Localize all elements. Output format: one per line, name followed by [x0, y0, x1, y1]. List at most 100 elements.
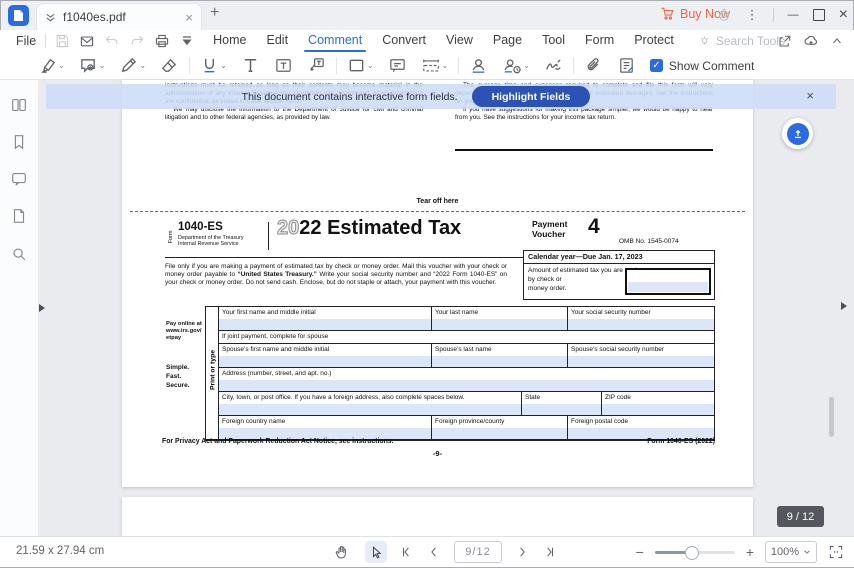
- spouse-last-name-input[interactable]: [432, 356, 567, 367]
- amount-input-box[interactable]: [625, 268, 711, 295]
- save-icon[interactable]: [54, 33, 70, 49]
- menu-view[interactable]: View: [436, 30, 483, 52]
- measure-tool[interactable]: ⌄: [421, 56, 449, 75]
- field-label: City, town, or post office. If you have …: [219, 392, 521, 404]
- menu-tool[interactable]: Tool: [532, 30, 575, 52]
- menu-comment[interactable]: Comment: [298, 30, 372, 52]
- zoom-out-button[interactable]: −: [636, 545, 644, 559]
- address-input[interactable]: [219, 380, 714, 391]
- underline-tool[interactable]: ⌄: [200, 56, 227, 75]
- expand-right-panel-handle[interactable]: [841, 302, 847, 310]
- hand-tool[interactable]: [330, 541, 352, 563]
- divider: [268, 222, 269, 250]
- maximize-button[interactable]: [813, 9, 825, 21]
- previous-page-button[interactable]: [427, 545, 441, 559]
- city-input[interactable]: [219, 404, 521, 415]
- first-name-input[interactable]: [219, 319, 431, 330]
- tab-chevrons-icon[interactable]: [45, 12, 56, 23]
- page-number-input[interactable]: 9/12: [454, 541, 502, 563]
- callout-tool[interactable]: [307, 56, 326, 75]
- bookmarks-panel-icon[interactable]: [10, 133, 28, 151]
- expand-left-panel-handle[interactable]: [39, 304, 45, 312]
- window-close-button[interactable]: ×: [839, 7, 848, 23]
- form-title: 2022 Estimated Tax: [277, 217, 461, 240]
- collapse-toolbar-icon[interactable]: [830, 34, 844, 48]
- attachment-tool[interactable]: [584, 56, 603, 75]
- highlighter-tool[interactable]: ⌄: [38, 56, 65, 75]
- new-tab-button[interactable]: +: [210, 4, 219, 22]
- more-options-button[interactable]: ⋮: [746, 7, 759, 23]
- omb-number: OMB No. 1545-0074: [619, 238, 679, 245]
- custom-stamp-tool[interactable]: ⌄: [502, 56, 530, 75]
- zoom-slider[interactable]: [655, 546, 735, 558]
- select-tool[interactable]: [365, 541, 387, 563]
- notification-close-icon[interactable]: ×: [806, 88, 814, 103]
- menu-form[interactable]: Form: [575, 30, 624, 52]
- page-dimensions-label: 21.59 x 27.94 cm: [16, 545, 104, 557]
- zip-input[interactable]: [602, 404, 714, 415]
- share-icon[interactable]: [777, 34, 792, 49]
- file-only-instructions: File only if you are making a payment of…: [165, 263, 507, 288]
- payment-voucher-label: PaymentVoucher: [532, 220, 567, 239]
- document-area: instructions must be retained as long as…: [0, 80, 854, 536]
- next-page-button[interactable]: [515, 545, 529, 559]
- redo-icon[interactable]: [129, 33, 145, 49]
- minimize-button[interactable]: —: [788, 10, 799, 21]
- divider: [165, 257, 523, 258]
- field-label: ZIP code: [602, 392, 714, 404]
- signature-tool[interactable]: [544, 56, 563, 75]
- rectangle-tool[interactable]: ⌄: [347, 56, 374, 75]
- menu-convert[interactable]: Convert: [372, 30, 436, 52]
- comments-panel-icon[interactable]: [10, 170, 28, 188]
- more-tools-icon[interactable]: [179, 33, 195, 49]
- pencil-tool[interactable]: ⌄: [119, 56, 146, 75]
- checkbox-checked-icon[interactable]: ✓: [650, 59, 663, 72]
- text-tool[interactable]: [241, 56, 260, 75]
- cloud-upload-icon[interactable]: [803, 33, 819, 49]
- text-box-tool[interactable]: [274, 56, 293, 75]
- menu-file[interactable]: File: [16, 34, 36, 48]
- attachments-panel-icon[interactable]: [10, 207, 28, 225]
- menu-page[interactable]: Page: [483, 30, 532, 52]
- search-panel-icon[interactable]: [10, 245, 28, 263]
- voucher-number: 4: [588, 215, 600, 239]
- field-label: State: [522, 392, 601, 404]
- ssn-input[interactable]: [568, 319, 714, 330]
- app-logo-icon[interactable]: [8, 5, 29, 26]
- comment-box-tool[interactable]: [388, 56, 407, 75]
- fit-screen-button[interactable]: [828, 544, 844, 560]
- sticky-note-tool[interactable]: ⌄: [79, 56, 106, 75]
- divider: [336, 57, 337, 74]
- document-tab[interactable]: f1040es.pdf ×: [36, 3, 202, 30]
- menu-edit[interactable]: Edit: [257, 30, 299, 52]
- vertical-scrollbar-thumb[interactable]: [829, 397, 834, 437]
- field-label: Foreign country name: [219, 416, 431, 428]
- amount-field[interactable]: [628, 282, 708, 292]
- last-name-input[interactable]: [432, 319, 567, 330]
- menu-protect[interactable]: Protect: [624, 30, 684, 52]
- highlight-fields-button[interactable]: Highlight Fields: [472, 86, 591, 107]
- spouse-ssn-input[interactable]: [568, 356, 714, 367]
- tab-close-icon[interactable]: ×: [185, 10, 193, 25]
- zoom-level-select[interactable]: 100%: [765, 541, 817, 563]
- thumbnails-panel-icon[interactable]: [10, 96, 28, 114]
- zoom-slider-thumb[interactable]: [685, 546, 699, 560]
- menu-home[interactable]: Home: [203, 30, 256, 52]
- print-or-type-spine: Print or type: [206, 307, 219, 439]
- eraser-tool[interactable]: [160, 56, 179, 75]
- left-sidebar: [0, 80, 39, 536]
- show-comment-toggle[interactable]: ✓ Show Comment: [650, 59, 754, 73]
- mail-icon[interactable]: [79, 33, 95, 49]
- zoom-in-button[interactable]: +: [746, 545, 754, 559]
- comment-summary-tool[interactable]: [617, 56, 636, 75]
- floating-action-button[interactable]: [782, 118, 813, 149]
- last-page-button[interactable]: [542, 545, 556, 559]
- print-icon[interactable]: [154, 33, 170, 49]
- state-input[interactable]: [522, 404, 601, 415]
- spouse-first-name-input[interactable]: [219, 356, 431, 367]
- promo-ornament-icon[interactable]: [716, 7, 732, 23]
- search-tools[interactable]: Search Tools: [698, 34, 785, 48]
- undo-icon[interactable]: [104, 33, 120, 49]
- first-page-button[interactable]: [400, 545, 414, 559]
- stamp-tool[interactable]: [469, 56, 488, 75]
